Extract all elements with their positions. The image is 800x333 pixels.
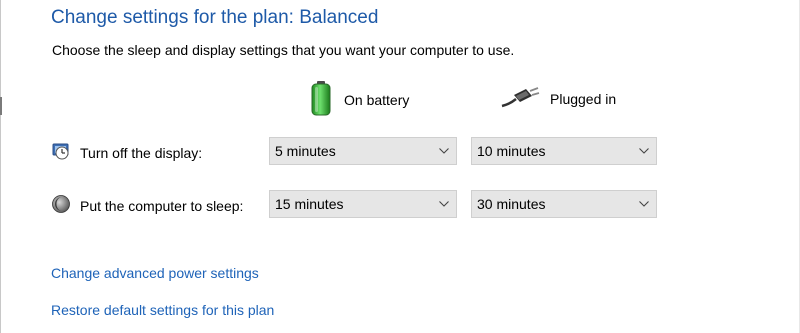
sleep-moon-icon — [51, 194, 71, 217]
chevron-down-icon — [632, 148, 656, 154]
select-value: 30 minutes — [477, 196, 546, 212]
restore-default-settings-link[interactable]: Restore default settings for this plan — [51, 302, 274, 318]
column-header-plugged-in: Plugged in — [500, 86, 616, 111]
column-header-on-battery: On battery — [308, 80, 409, 119]
row-label-display: Turn off the display: — [51, 141, 202, 164]
battery-icon — [308, 80, 334, 119]
row-label-sleep: Put the computer to sleep: — [51, 194, 243, 217]
column-label-on-battery: On battery — [344, 91, 410, 108]
window-edge-mark — [0, 97, 2, 115]
power-plan-settings-page: Change settings for the plan: Balanced C… — [0, 0, 800, 333]
chevron-down-icon — [432, 148, 456, 154]
select-value: 5 minutes — [275, 143, 336, 159]
chevron-down-icon — [632, 201, 656, 207]
chevron-down-icon — [432, 201, 456, 207]
select-value: 10 minutes — [477, 143, 546, 159]
display-plugged-in-select[interactable]: 10 minutes — [471, 137, 657, 165]
page-subtitle: Choose the sleep and display settings th… — [52, 42, 515, 58]
change-advanced-power-settings-link[interactable]: Change advanced power settings — [51, 265, 259, 281]
display-icon — [51, 141, 71, 164]
sleep-on-battery-select[interactable]: 15 minutes — [269, 190, 457, 218]
display-label-text: Turn off the display: — [80, 144, 203, 161]
select-value: 15 minutes — [275, 196, 344, 212]
page-title: Change settings for the plan: Balanced — [51, 7, 379, 28]
display-on-battery-select[interactable]: 5 minutes — [269, 137, 457, 165]
column-label-plugged-in: Plugged in — [550, 90, 617, 107]
power-plug-icon — [500, 86, 540, 111]
window-left-border — [0, 0, 1, 333]
sleep-label-text: Put the computer to sleep: — [80, 197, 244, 214]
sleep-plugged-in-select[interactable]: 30 minutes — [471, 190, 657, 218]
